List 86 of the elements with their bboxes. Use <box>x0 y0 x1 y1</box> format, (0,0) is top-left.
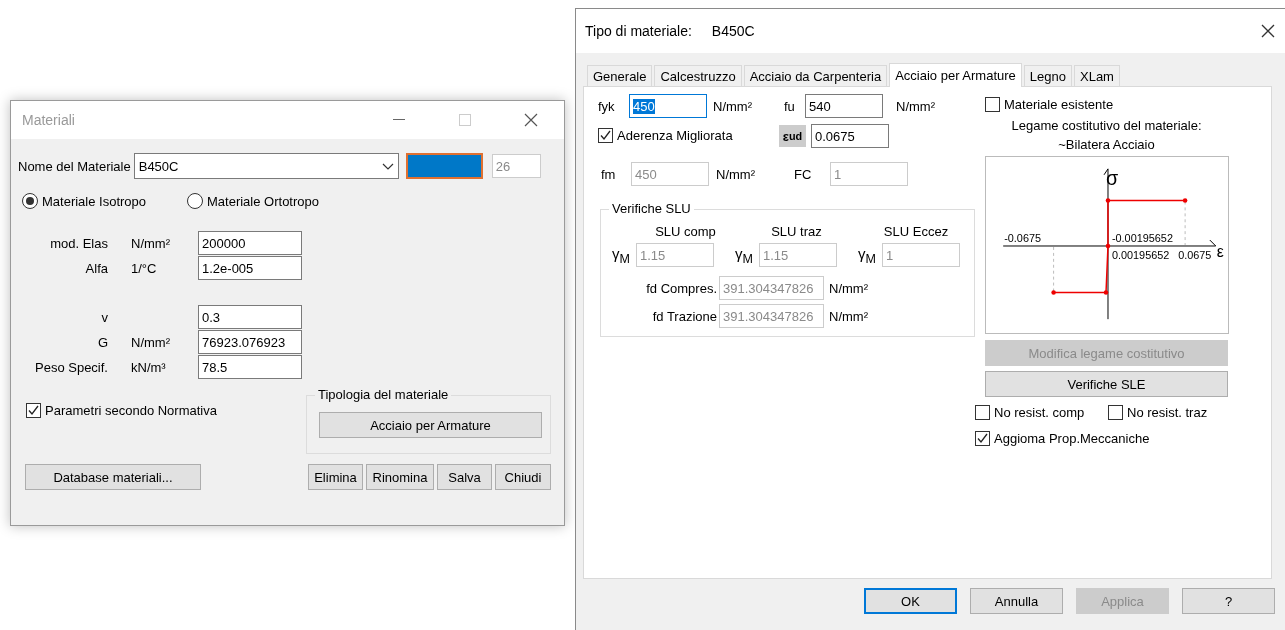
input-field[interactable]: 1.2e-005 <box>198 256 302 280</box>
caption: Legame costitutivo del materiale: <box>1010 118 1203 133</box>
input-field[interactable]: 540 <box>805 94 883 118</box>
close-icon[interactable] <box>524 113 538 127</box>
symbol-label: γ$_{M}$ <box>858 244 877 266</box>
close-icon[interactable] <box>1261 24 1275 38</box>
radio-label: Materiale Ortotropo <box>207 193 319 209</box>
parameter-label: G <box>96 334 108 350</box>
parameter-label: Peso Specif. <box>34 359 108 375</box>
unit-label: N/mm² <box>715 166 756 182</box>
input-field[interactable]: 450 <box>629 94 707 118</box>
symbol-label: γ$_{M}$ <box>735 244 754 266</box>
button[interactable]: Annulla <box>970 588 1063 614</box>
tab[interactable]: Acciaio da Carpenteria <box>743 65 888 86</box>
database-button[interactable]: Database materiali... <box>25 464 201 490</box>
checkbox-label: No resist. traz <box>1127 405 1208 420</box>
material-type-button[interactable]: Acciaio per Armature <box>319 412 542 438</box>
tick-label: -0.00195652 <box>1111 232 1173 245</box>
field-label: fd Compres. <box>645 280 718 296</box>
radio-button[interactable] <box>187 193 203 209</box>
unit-label: N/mm² <box>130 334 171 350</box>
field-label: fd Trazione <box>651 308 718 324</box>
input-field[interactable]: 0.0675 <box>811 124 889 148</box>
unit-label: N/mm² <box>895 98 935 114</box>
unit-label: N/mm² <box>828 280 868 296</box>
symbol-label: γ$_{M}$ <box>612 244 631 266</box>
unit-label: N/mm² <box>130 235 171 251</box>
tab[interactable]: XLam <box>1074 65 1120 86</box>
tick-label: 0.00195652 <box>1111 248 1170 261</box>
field-label: Nome del Materiale <box>18 158 131 174</box>
parameter-label: mod. Elas <box>49 235 108 251</box>
field-label: fu <box>784 98 796 114</box>
checkbox[interactable] <box>26 403 41 418</box>
window-title: Materiali <box>22 112 76 128</box>
tick-label: -0.0675 <box>1004 232 1041 245</box>
column-heading: SLU comp <box>654 224 717 239</box>
checkbox[interactable] <box>975 405 990 420</box>
checkbox[interactable] <box>975 431 990 446</box>
button[interactable]: Salva <box>437 464 492 490</box>
unit-label: kN/m³ <box>130 359 167 375</box>
tab[interactable]: Generale <box>587 65 653 86</box>
button[interactable]: Elimina <box>308 464 363 490</box>
parameter-label: v <box>100 309 108 325</box>
minimize-icon[interactable] <box>393 119 405 121</box>
field-label: fyk <box>598 98 616 114</box>
button[interactable]: Chiudi <box>495 464 551 490</box>
button[interactable]: Rinomina <box>366 464 434 490</box>
radio-button[interactable] <box>22 193 38 209</box>
sle-button[interactable]: Verifiche SLE <box>985 371 1228 397</box>
input-field[interactable]: 78.5 <box>198 355 302 379</box>
chevron-down-icon[interactable] <box>381 162 394 170</box>
checkbox-label: Parametri secondo Normativa <box>45 403 217 418</box>
caption: ~Bilatera Acciaio <box>1057 137 1156 152</box>
axis-label: ε <box>1216 242 1224 260</box>
checkbox[interactable] <box>985 97 1000 112</box>
title-label: Tipo di materiale: <box>585 23 692 39</box>
field-label: fm <box>600 166 617 182</box>
column-heading: SLU traz <box>770 224 823 239</box>
checkbox[interactable] <box>1108 405 1123 420</box>
material-dropdown[interactable]: B450C <box>133 153 399 179</box>
checkbox-label: No resist. comp <box>994 405 1085 420</box>
button[interactable]: OK <box>864 588 957 614</box>
input-field[interactable]: 0.3 <box>198 305 302 329</box>
title-value: B450C <box>711 23 756 39</box>
checkbox-label: Aderenza Migliorata <box>617 127 733 143</box>
tick-label: 0.0675 <box>1178 248 1212 261</box>
input-field[interactable]: 200000 <box>198 231 302 255</box>
group-title: Verifiche SLU <box>609 201 694 216</box>
checkbox[interactable] <box>598 127 613 143</box>
tab[interactable]: Calcestruzzo <box>654 65 742 86</box>
column-heading: SLU Eccez <box>882 224 950 239</box>
checkbox-label: Materiale esistente <box>1004 97 1114 112</box>
parameter-label: Alfa <box>84 260 108 276</box>
radio-label: Materiale Isotropo <box>42 193 147 209</box>
checkbox-label: Aggioma Prop.Meccaniche <box>994 431 1150 446</box>
axis-label: σ <box>1106 166 1119 189</box>
color-swatch[interactable] <box>405 153 483 179</box>
unit-label: 1/°C <box>130 260 158 276</box>
tab[interactable]: Acciaio per Armature <box>889 63 1022 87</box>
button[interactable]: ? <box>1182 588 1275 614</box>
field-label: FC <box>794 166 813 182</box>
unit-label: N/mm² <box>712 98 753 114</box>
input-field[interactable]: 76923.076923 <box>198 330 302 354</box>
tab[interactable]: Legno <box>1023 65 1072 86</box>
unit-label: N/mm² <box>828 308 868 324</box>
group-title: Tipologia del materiale <box>315 387 452 402</box>
